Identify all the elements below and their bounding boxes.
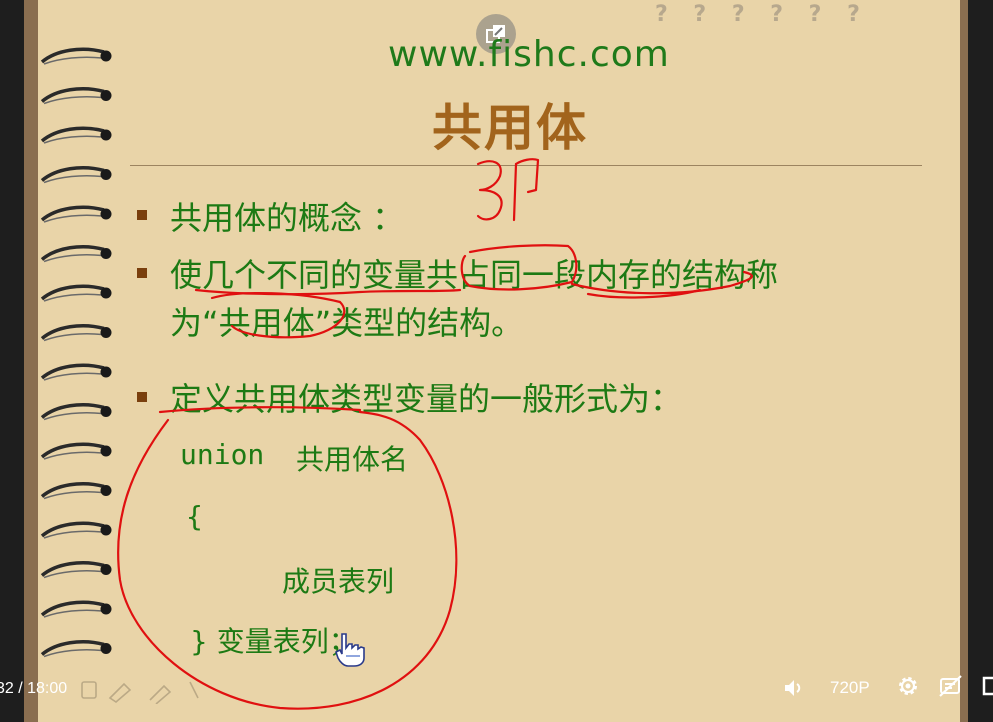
code-open-brace: {: [186, 500, 203, 533]
danmaku-off-icon[interactable]: [938, 674, 964, 698]
spiral-ring: [40, 87, 105, 103]
right-frame: [962, 0, 993, 722]
spiral-ring-highlight: [43, 135, 103, 144]
gear-icon[interactable]: [896, 674, 920, 698]
binding-hole: [100, 366, 112, 378]
spiral-ring-highlight: [43, 649, 103, 658]
spiral-ring: [40, 561, 105, 577]
spiral-ring: [40, 521, 105, 538]
spiral-ring-highlight: [43, 96, 103, 105]
slide-title: 共用体: [432, 99, 588, 157]
drawing-tools-icon[interactable]: [80, 678, 210, 704]
spiral-ring: [40, 442, 105, 459]
bullet-definition-line1: 使几个不同的变量共占同一段内存的结构称: [170, 256, 779, 294]
bullet-marker: [137, 210, 147, 220]
spiral-ring-highlight: [43, 530, 103, 539]
bullet-marker: [137, 392, 147, 402]
time-display: 32 / 18:00: [0, 680, 68, 697]
spiral-ring-highlight: [43, 372, 103, 381]
spiral-ring: [40, 482, 105, 498]
spiral-ring: [40, 166, 105, 182]
spiral-ring-highlight: [43, 175, 103, 184]
spiral-ring-highlight: [43, 451, 103, 460]
spiral-ring: [40, 245, 105, 261]
code-members: 成员表列: [282, 565, 395, 598]
spiral-rings-icon: [40, 47, 112, 658]
binding-hole: [100, 524, 112, 536]
spiral-ring-highlight: [43, 570, 103, 579]
spiral-ring-highlight: [43, 609, 103, 618]
spiral-ring-highlight: [43, 333, 103, 342]
binding-hole: [100, 327, 112, 338]
bullet-definition-line2: 为“共用体”类型的结构。: [170, 304, 524, 342]
bullet-general-form: 定义共用体类型变量的一般形式为：: [170, 380, 683, 418]
spiral-ring-highlight: [43, 56, 103, 65]
site-url: www.fishc.com: [388, 34, 670, 75]
bullet-marker: [137, 268, 147, 278]
binding-hole: [100, 169, 112, 180]
left-frame: [0, 0, 24, 722]
spiral-ring-highlight: [43, 293, 103, 302]
spiral-ring: [40, 600, 105, 617]
bullet-concept: 共用体的概念 ：: [170, 199, 405, 237]
spiral-ring: [40, 403, 105, 419]
binding-hole: [100, 564, 112, 575]
spiral-ring: [40, 363, 105, 380]
binding-hole: [100, 406, 112, 417]
title-divider: [130, 165, 922, 166]
binding-hole: [100, 603, 112, 615]
spiral-ring: [40, 47, 105, 64]
code-close-variables: } 变量表列；: [190, 625, 357, 658]
fullscreen-icon[interactable]: [982, 674, 993, 698]
binding-hole: [100, 50, 112, 62]
binding-hole: [100, 287, 112, 299]
binding-hole: [100, 485, 112, 496]
binding-hole: [100, 208, 112, 220]
spiral-ring: [40, 324, 105, 340]
spiral-ring: [40, 640, 105, 656]
binding-hole: [100, 129, 112, 141]
spiral-ring-highlight: [43, 254, 103, 263]
spiral-ring: [40, 126, 105, 143]
code-union-name: 共用体名: [296, 443, 409, 476]
spiral-ring-highlight: [43, 412, 103, 421]
binding-hole: [100, 248, 112, 259]
spiral-ring: [40, 284, 105, 301]
binding-hole: [100, 445, 112, 457]
spiral-ring-highlight: [43, 214, 103, 223]
binding-hole: [100, 643, 112, 654]
video-controls: 32 / 18:00 720P: [0, 662, 993, 722]
binding-hole: [100, 90, 112, 101]
watermark-text: ? ? ? ? ? ?: [655, 2, 869, 27]
spiral-ring: [40, 205, 105, 222]
volume-icon[interactable]: [782, 676, 806, 700]
spiral-binding: [26, 40, 136, 670]
quality-button[interactable]: 720P: [830, 678, 870, 698]
code-union-keyword: union: [180, 438, 265, 471]
spiral-ring-highlight: [43, 491, 103, 500]
